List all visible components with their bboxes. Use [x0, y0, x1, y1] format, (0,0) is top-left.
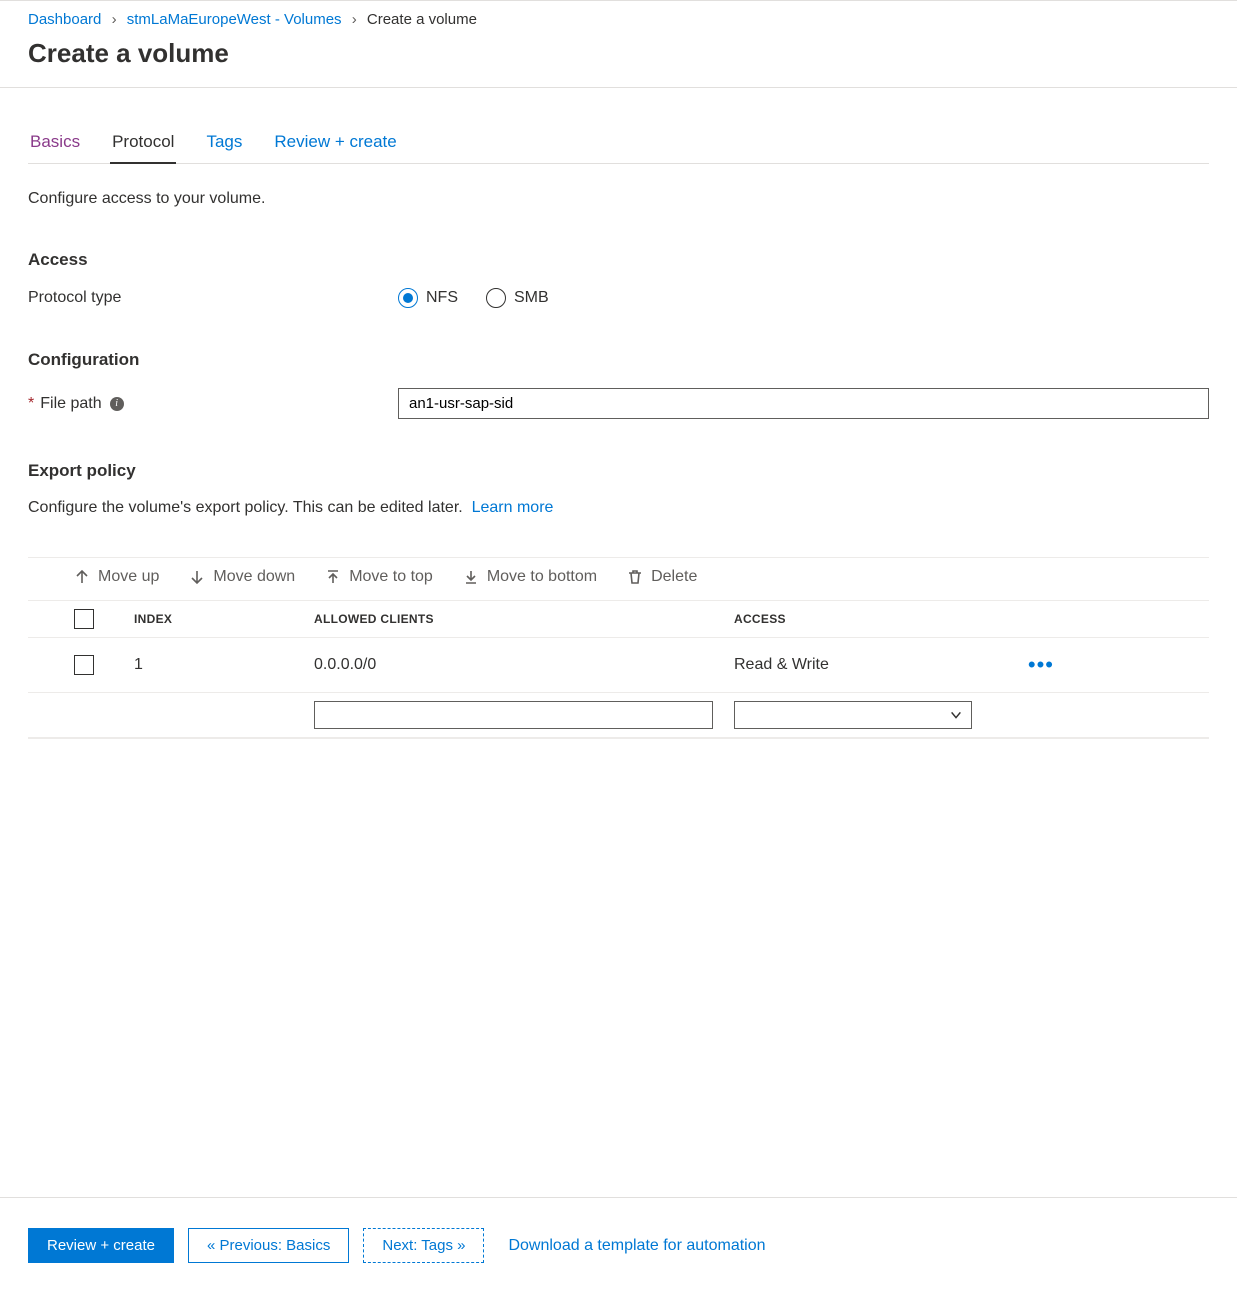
section-export-heading: Export policy	[28, 461, 1209, 481]
next-tags-button[interactable]: Next: Tags »	[363, 1228, 484, 1263]
protocol-nfs-radio[interactable]: NFS	[398, 288, 458, 308]
protocol-nfs-label: NFS	[426, 289, 458, 307]
tab-basics[interactable]: Basics	[28, 124, 82, 163]
breadcrumb-dashboard[interactable]: Dashboard	[28, 11, 101, 28]
move-down-label: Move down	[213, 568, 295, 586]
export-policy-table: INDEX ALLOWED CLIENTS ACCESS 1 0.0.0.0/0…	[28, 600, 1209, 739]
export-toolbar: Move up Move down Move to top Move to bo…	[28, 557, 1209, 600]
protocol-type-label: Protocol type	[28, 289, 398, 307]
breadcrumb: Dashboard › stmLaMaEuropeWest - Volumes …	[0, 0, 1237, 34]
breadcrumb-sep-1: ›	[112, 11, 117, 28]
section-config-heading: Configuration	[28, 350, 1209, 370]
move-down-button[interactable]: Move down	[189, 568, 295, 586]
file-path-label: File path	[40, 395, 101, 413]
move-to-bottom-button[interactable]: Move to bottom	[463, 568, 597, 586]
arrow-bottom-icon	[463, 569, 479, 585]
learn-more-link[interactable]: Learn more	[472, 499, 554, 516]
section-access-heading: Access	[28, 250, 1209, 270]
row-checkbox[interactable]	[74, 655, 94, 675]
tab-protocol[interactable]: Protocol	[110, 124, 176, 164]
move-up-button[interactable]: Move up	[74, 568, 159, 586]
row-index-value: 1	[134, 656, 314, 674]
row-more-icon[interactable]: •••	[1004, 652, 1064, 678]
col-access: ACCESS	[734, 612, 1004, 626]
select-all-checkbox[interactable]	[74, 609, 94, 629]
row-allowed-clients-value: 0.0.0.0/0	[314, 656, 734, 674]
radio-unselected-icon	[486, 288, 506, 308]
table-row: 1 0.0.0.0/0 Read & Write •••	[28, 638, 1209, 693]
arrow-down-icon	[189, 569, 205, 585]
protocol-smb-radio[interactable]: SMB	[486, 288, 549, 308]
download-template-link[interactable]: Download a template for automation	[508, 1237, 765, 1255]
arrow-up-icon	[74, 569, 90, 585]
tab-review-create[interactable]: Review + create	[272, 124, 398, 163]
breadcrumb-sep-2: ›	[352, 11, 357, 28]
breadcrumb-parent[interactable]: stmLaMaEuropeWest - Volumes	[127, 11, 342, 28]
export-policy-desc: Configure the volume's export policy. Th…	[28, 499, 463, 516]
tabs: Basics Protocol Tags Review + create	[28, 124, 1209, 164]
move-to-top-button[interactable]: Move to top	[325, 568, 433, 586]
tab-tags[interactable]: Tags	[204, 124, 244, 163]
move-to-top-label: Move to top	[349, 568, 433, 586]
delete-label: Delete	[651, 568, 697, 586]
required-asterisk: *	[28, 395, 34, 413]
info-icon[interactable]: i	[110, 397, 124, 411]
page-title: Create a volume	[0, 34, 1237, 88]
protocol-smb-label: SMB	[514, 289, 549, 307]
move-to-bottom-label: Move to bottom	[487, 568, 597, 586]
col-index: INDEX	[134, 612, 314, 626]
arrow-top-icon	[325, 569, 341, 585]
wizard-footer: Review + create « Previous: Basics Next:…	[0, 1197, 1237, 1293]
file-path-input[interactable]	[398, 388, 1209, 419]
radio-selected-icon	[398, 288, 418, 308]
tab-description: Configure access to your volume.	[28, 190, 1209, 208]
new-allowed-clients-input[interactable]	[314, 701, 713, 729]
new-access-select[interactable]	[734, 701, 972, 729]
review-create-button[interactable]: Review + create	[28, 1228, 174, 1263]
move-up-label: Move up	[98, 568, 159, 586]
row-access-value: Read & Write	[734, 656, 1004, 674]
chevron-down-icon	[949, 708, 963, 722]
trash-icon	[627, 569, 643, 585]
breadcrumb-current: Create a volume	[367, 11, 477, 28]
delete-button[interactable]: Delete	[627, 568, 697, 586]
previous-basics-button[interactable]: « Previous: Basics	[188, 1228, 349, 1263]
col-allowed-clients: ALLOWED CLIENTS	[314, 612, 734, 626]
